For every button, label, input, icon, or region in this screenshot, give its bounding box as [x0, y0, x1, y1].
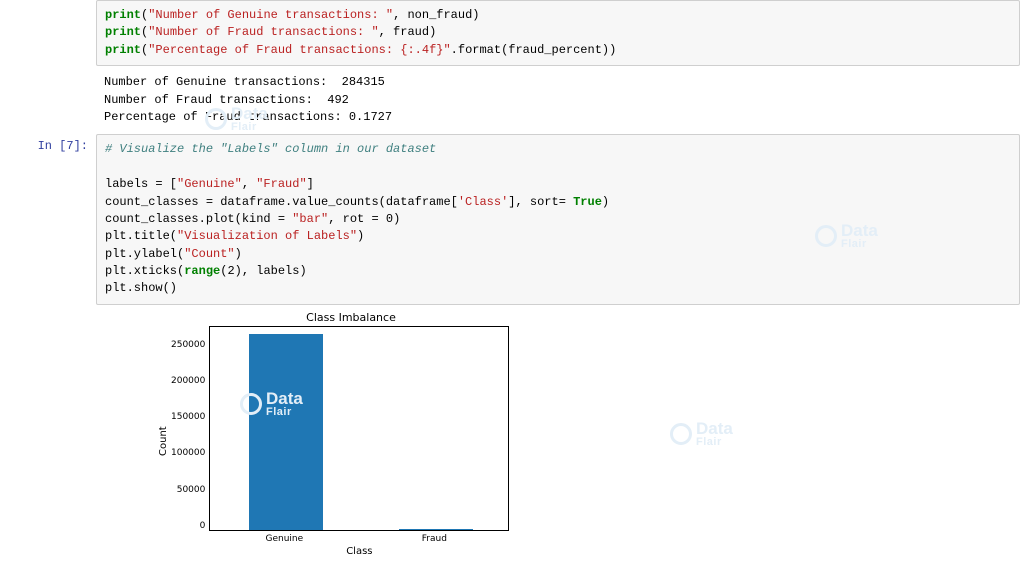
code-input-1[interactable]: print("Number of Genuine transactions: "… [96, 0, 1020, 66]
bar-genuine [249, 334, 323, 530]
code-input-2[interactable]: # Visualize the "Labels" column in our d… [96, 134, 1020, 305]
code-cell-1: print("Number of Genuine transactions: "… [4, 0, 1020, 66]
builtin-print: print [105, 8, 141, 22]
ytick: 250000 [171, 340, 205, 350]
ytick: 150000 [171, 412, 205, 422]
bar-fraud [399, 529, 473, 530]
chart-title: Class Imbalance [156, 311, 546, 324]
jupyter-notebook: print("Number of Genuine transactions: "… [0, 0, 1024, 561]
output-cell-2: Class Imbalance Count 250000 200000 1500… [4, 307, 1020, 561]
cell-prompt-in7: In [7]: [4, 134, 96, 305]
ytick: 100000 [171, 448, 205, 458]
ytick: 200000 [171, 376, 205, 386]
output-cell-1: Number of Genuine transactions: 284315 N… [4, 68, 1020, 132]
xtick-fraud: Fraud [359, 534, 509, 544]
code-cell-2: In [7]: # Visualize the "Labels" column … [4, 134, 1020, 305]
stdout-output: Number of Genuine transactions: 284315 N… [96, 68, 1020, 132]
chart-xlabel: Class [209, 546, 509, 557]
xtick-genuine: Genuine [209, 534, 359, 544]
ytick: 0 [200, 521, 206, 531]
ytick: 50000 [177, 485, 206, 495]
cell-prompt-empty [4, 0, 96, 66]
chart-xticks: Genuine Fraud [209, 534, 509, 544]
plot-axes [209, 326, 509, 531]
chart-ylabel: Count [156, 326, 171, 557]
bar-chart: Class Imbalance Count 250000 200000 1500… [156, 311, 546, 557]
chart-yticks: 250000 200000 150000 100000 50000 0 [171, 326, 209, 531]
code-comment: # Visualize the "Labels" column in our d… [105, 142, 436, 156]
matplotlib-figure: Class Imbalance Count 250000 200000 1500… [96, 307, 1020, 561]
